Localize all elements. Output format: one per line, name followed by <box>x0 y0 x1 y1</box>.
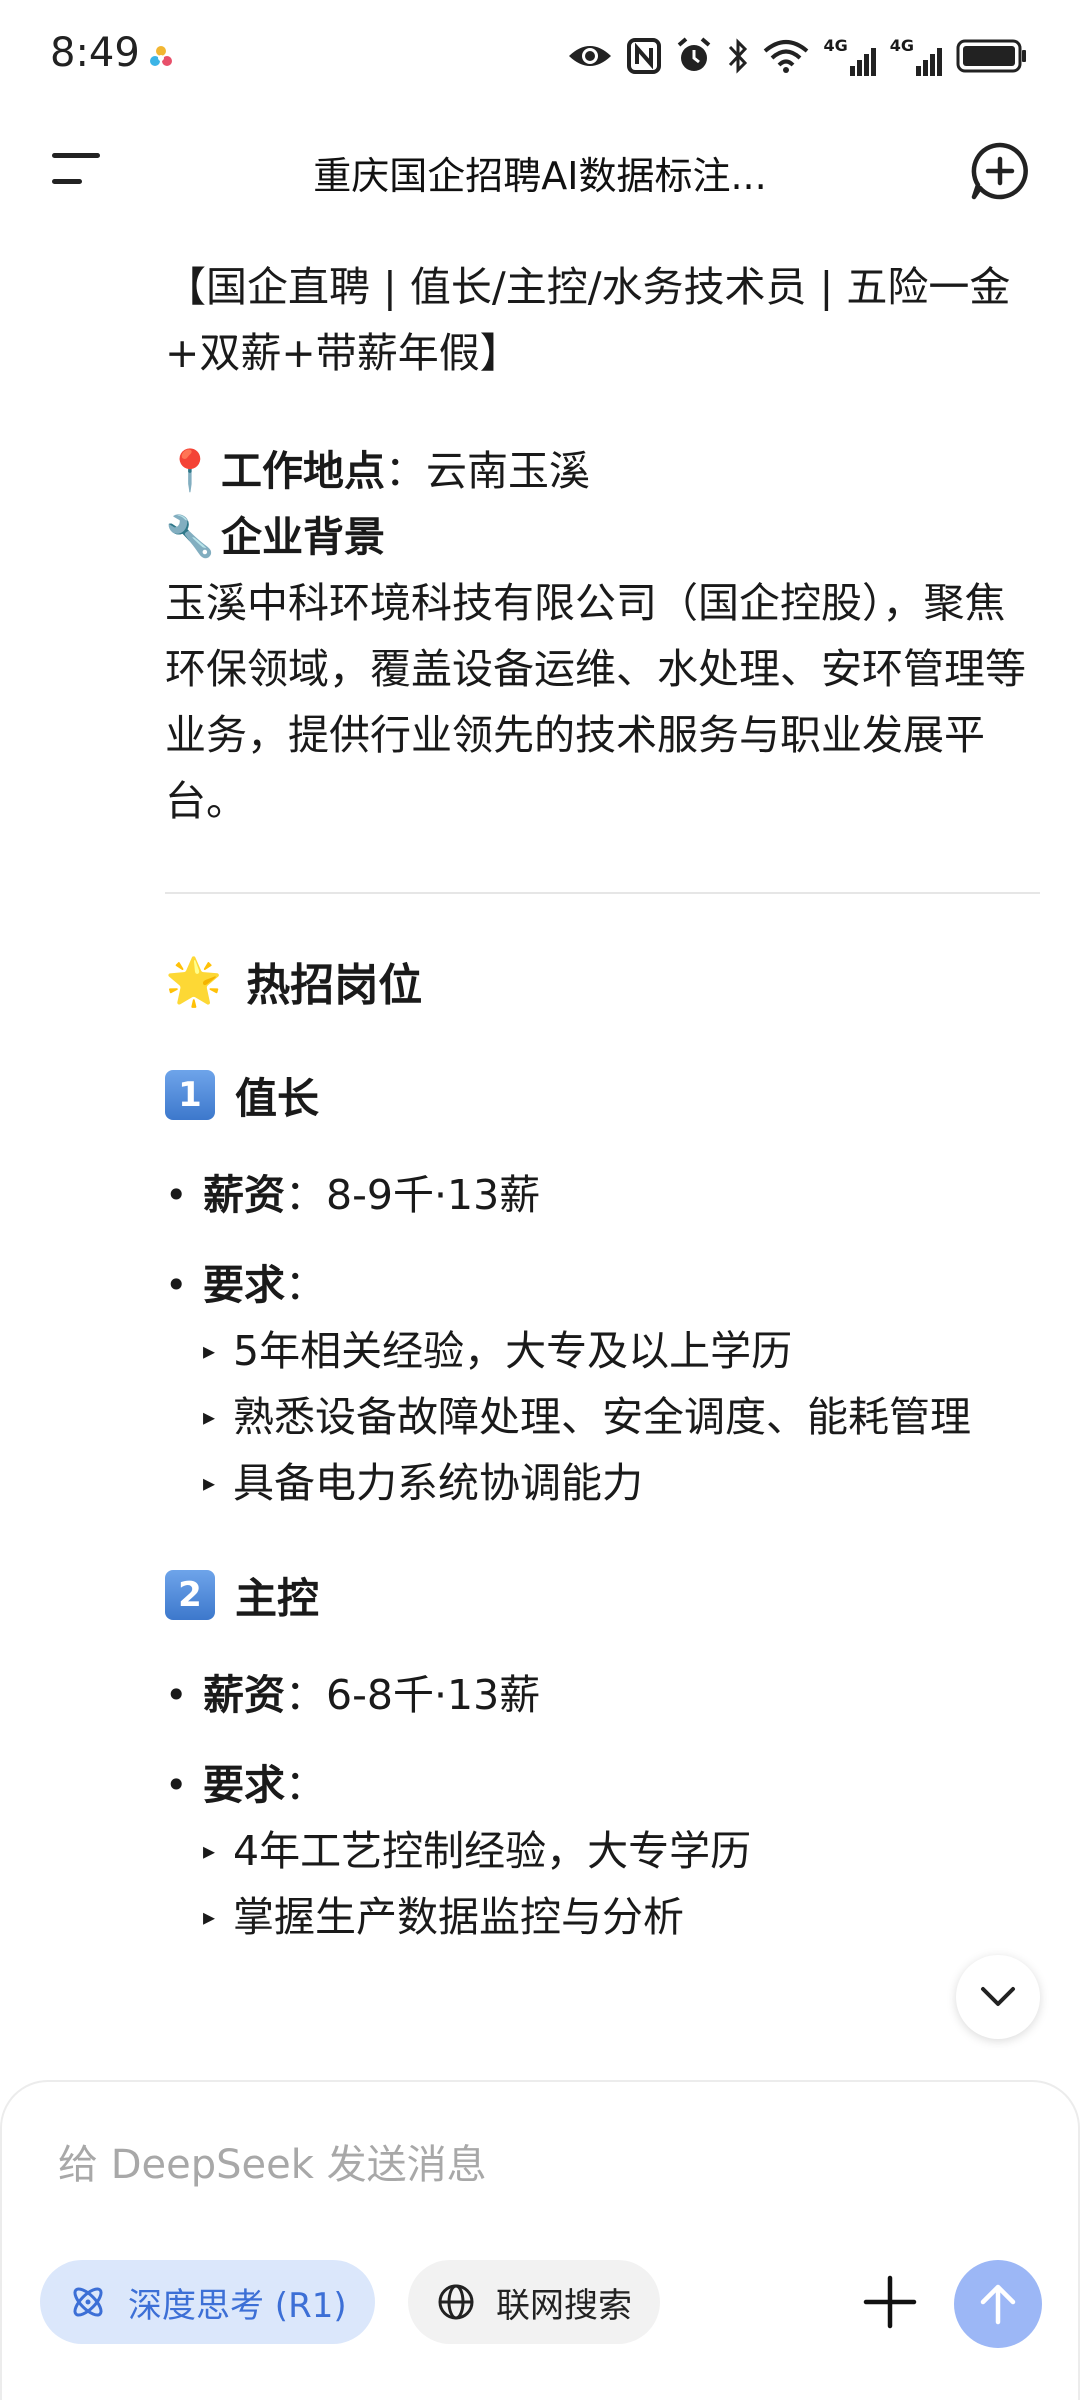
nfc-icon <box>627 38 662 74</box>
requirement: 具备电力系统协调能力 <box>203 1450 1045 1516</box>
requirements-colon: ： <box>285 1261 326 1309</box>
salary-label: 薪资 <box>203 1671 285 1719</box>
position-name: 主控 <box>235 1573 320 1623</box>
message-content: 【国企直聘 | 值长/主控/水务技术员 | 五险一金+双薪+带薪年假】 📍 工作… <box>165 240 1045 2080</box>
position-title: 1 值长 <box>165 1062 1045 1128</box>
background-label: 企业背景 <box>221 513 385 561</box>
input-panel: 深度思考 (R1) 联网搜索 <box>0 2080 1080 2400</box>
status-time: 8:49 <box>50 30 140 76</box>
requirements-item: 要求： <box>165 1752 1045 1818</box>
atom-icon <box>73 2287 103 2317</box>
network-type-label: 4G <box>823 36 848 55</box>
app-header: 重庆国企招聘AI数据标注... <box>0 115 1080 225</box>
hot-positions-title: 🌟 热招岗位 <box>165 946 1045 1016</box>
send-button[interactable] <box>954 2260 1042 2348</box>
background-text: 玉溪中科环境科技有限公司（国企控股），聚焦环保领域，覆盖设备运维、水处理、安环管… <box>165 579 1026 825</box>
divider <box>165 892 1040 894</box>
plus-icon[interactable] <box>860 2272 920 2332</box>
app-notification-icon <box>150 46 172 66</box>
new-chat-icon[interactable] <box>970 141 1030 201</box>
salary-label: 薪资 <box>203 1171 285 1219</box>
requirement: 4年工艺控制经验，大专学历 <box>203 1818 1045 1884</box>
network-type-label: 4G <box>889 36 914 55</box>
globe-icon <box>438 2284 474 2320</box>
status-icons: 4G 4G <box>567 34 1028 78</box>
scroll-to-bottom-button[interactable] <box>956 1955 1040 2039</box>
salary-item: 薪资：8-9千·13薪 <box>165 1162 1045 1228</box>
wrench-icon: 🔧 <box>165 514 215 560</box>
salary-item: 薪资：6-8千·13薪 <box>165 1662 1045 1728</box>
message-input[interactable] <box>58 2130 878 2200</box>
salary-value: ：6-8千·13薪 <box>285 1671 541 1719</box>
menu-icon[interactable] <box>50 149 104 189</box>
job-headline: 【国企直聘 | 值长/主控/水务技术员 | 五险一金+双薪+带薪年假】 <box>165 263 1011 377</box>
requirement: 掌握生产数据监控与分析 <box>203 1884 1045 1950</box>
deep-think-label: 深度思考 (R1) <box>128 2285 347 2326</box>
requirements-label: 要求 <box>203 1761 285 1809</box>
signal-4g-icon: 4G <box>890 36 942 76</box>
requirements-list: 5年相关经验，大专及以上学历 熟悉设备故障处理、安全调度、能耗管理 具备电力系统… <box>165 1318 1045 1516</box>
deep-think-button[interactable]: 深度思考 (R1) <box>40 2260 375 2344</box>
requirement: 熟悉设备故障处理、安全调度、能耗管理 <box>203 1384 1045 1450</box>
requirements-colon: ： <box>285 1761 326 1809</box>
hot-positions-label: 热招岗位 <box>246 960 423 1011</box>
wifi-icon <box>764 40 809 73</box>
location-line: 📍 工作地点 ：云南玉溪 <box>165 438 1045 504</box>
web-search-label: 联网搜索 <box>496 2285 632 2326</box>
eye-icon <box>569 46 612 66</box>
number-one-icon: 1 <box>165 1070 215 1120</box>
chat-title[interactable]: 重庆国企招聘AI数据标注... <box>170 145 910 200</box>
requirements-item: 要求： <box>165 1252 1045 1318</box>
star-icon: 🌟 <box>165 953 223 1008</box>
alarm-icon <box>678 37 711 71</box>
status-bar: 8:49 4G 4G <box>0 0 1080 115</box>
background-line: 🔧 企业背景 <box>165 504 1045 570</box>
requirements-list: 4年工艺控制经验，大专学历 掌握生产数据监控与分析 <box>165 1818 1045 1950</box>
pushpin-icon: 📍 <box>165 448 215 494</box>
requirements-label: 要求 <box>203 1261 285 1309</box>
location-value: ：云南玉溪 <box>385 447 590 495</box>
web-search-button[interactable]: 联网搜索 <box>408 2260 660 2344</box>
location-label: 工作地点 <box>221 447 385 495</box>
bluetooth-icon <box>729 38 748 74</box>
battery-icon <box>956 39 1026 73</box>
arrow-up-icon <box>980 2284 1016 2325</box>
position-name: 值长 <box>235 1073 320 1123</box>
salary-value: ：8-9千·13薪 <box>285 1171 541 1219</box>
requirement: 5年相关经验，大专及以上学历 <box>203 1318 1045 1384</box>
number-two-icon: 2 <box>165 1570 215 1620</box>
chevron-down-icon <box>981 1987 1015 2006</box>
signal-4g-icon: 4G <box>823 36 876 76</box>
position-title: 2 主控 <box>165 1562 1045 1628</box>
